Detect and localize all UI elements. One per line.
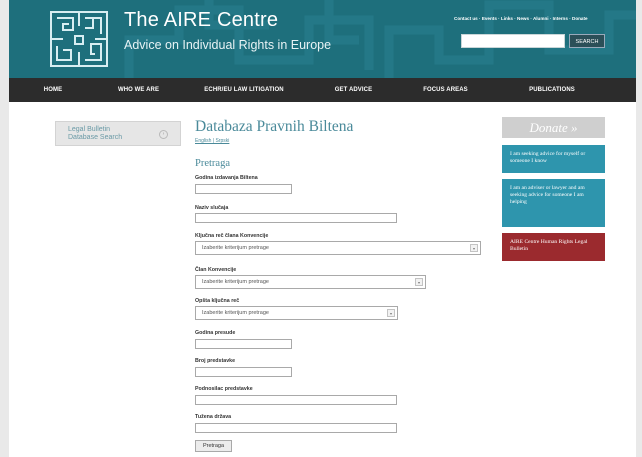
label-article-keyword: Ključna reč člana Konvencije	[195, 233, 269, 239]
site-header: The AIRE Centre Advice on Individual Rig…	[9, 0, 636, 78]
label-case-name: Naziv slučaja	[195, 205, 229, 211]
aire-logo[interactable]	[49, 10, 109, 68]
applicant-input[interactable]	[195, 395, 397, 405]
chevron-right-icon: ›	[159, 130, 168, 139]
donate-button[interactable]: Donate »	[502, 117, 605, 138]
page: The AIRE Centre Advice on Individual Rig…	[9, 0, 636, 457]
bulletin-year-input[interactable]	[195, 184, 292, 194]
nav-item-focus-areas[interactable]: FOCUS AREAS	[399, 78, 492, 102]
label-article: Član Konvencije	[195, 267, 237, 273]
article-select-value: Izaberite kriterijum pretrage	[202, 279, 269, 285]
adviser-advice-box[interactable]: I am an adviser or lawyer and am seeking…	[502, 179, 605, 227]
sidebar-item-label: Legal Bulletin Database Search	[68, 126, 123, 141]
article-select[interactable]: Izaberite kriterijum pretrage ▾	[195, 275, 426, 289]
article-keyword-select[interactable]: Izaberite kriterijum pretrage ▾	[195, 241, 481, 255]
page-title: Databaza Pravnih Biltena	[195, 118, 354, 135]
site-title[interactable]: The AIRE Centre	[124, 9, 278, 32]
nav-item-echr-eu-law-litigation[interactable]: ECHR/EU LAW LITIGATION	[180, 78, 308, 102]
chevron-down-icon: ▾	[387, 309, 395, 317]
label-bulletin-year: Godina izdavanja Biltena	[195, 175, 258, 181]
label-application-number: Broj predstavke	[195, 358, 236, 364]
nav-item-publications[interactable]: PUBLICATIONS	[492, 78, 612, 102]
site-tagline: Advice on Individual Rights in Europe	[124, 38, 332, 52]
language-links[interactable]: English | Srpski	[195, 138, 229, 144]
label-general-keyword: Opšta ključna reč	[195, 298, 240, 304]
nav-item-home[interactable]: HOME	[9, 78, 97, 102]
section-title: Pretraga	[195, 158, 230, 169]
general-keyword-select-value: Izaberite kriterijum pretrage	[202, 310, 269, 316]
legal-bulletin-box[interactable]: AIRE Centre Human Rights Legal Bulletin	[502, 233, 605, 261]
case-name-input[interactable]	[195, 213, 397, 223]
main-nav: HOME WHO WE ARE ECHR/EU LAW LITIGATION G…	[9, 78, 636, 102]
nav-item-who-we-are[interactable]: WHO WE ARE	[97, 78, 180, 102]
sidebar-item-legal-bulletin-search[interactable]: Legal Bulletin Database Search ›	[55, 121, 181, 146]
label-judgment-year: Godina presude	[195, 330, 236, 336]
article-keyword-select-value: Izaberite kriterijum pretrage	[202, 245, 269, 251]
judgment-year-input[interactable]	[195, 339, 292, 349]
top-links[interactable]: Contact us · Events · Links · News · Alu…	[454, 16, 588, 21]
general-keyword-select[interactable]: Izaberite kriterijum pretrage ▾	[195, 306, 398, 320]
search-submit-button[interactable]: Pretraga	[195, 440, 232, 452]
label-applicant: Podnosilac predstavke	[195, 386, 253, 392]
label-respondent-state: Tužena država	[195, 414, 232, 420]
chevron-down-icon: ▾	[415, 278, 423, 286]
application-number-input[interactable]	[195, 367, 292, 377]
chevron-down-icon: ▾	[470, 244, 478, 252]
seeking-advice-box[interactable]: I am seeking advice for myself or someon…	[502, 145, 605, 173]
search-input[interactable]	[461, 34, 565, 48]
search-button[interactable]: SEARCH	[569, 34, 605, 48]
nav-item-get-advice[interactable]: GET ADVICE	[308, 78, 399, 102]
respondent-state-input[interactable]	[195, 423, 397, 433]
